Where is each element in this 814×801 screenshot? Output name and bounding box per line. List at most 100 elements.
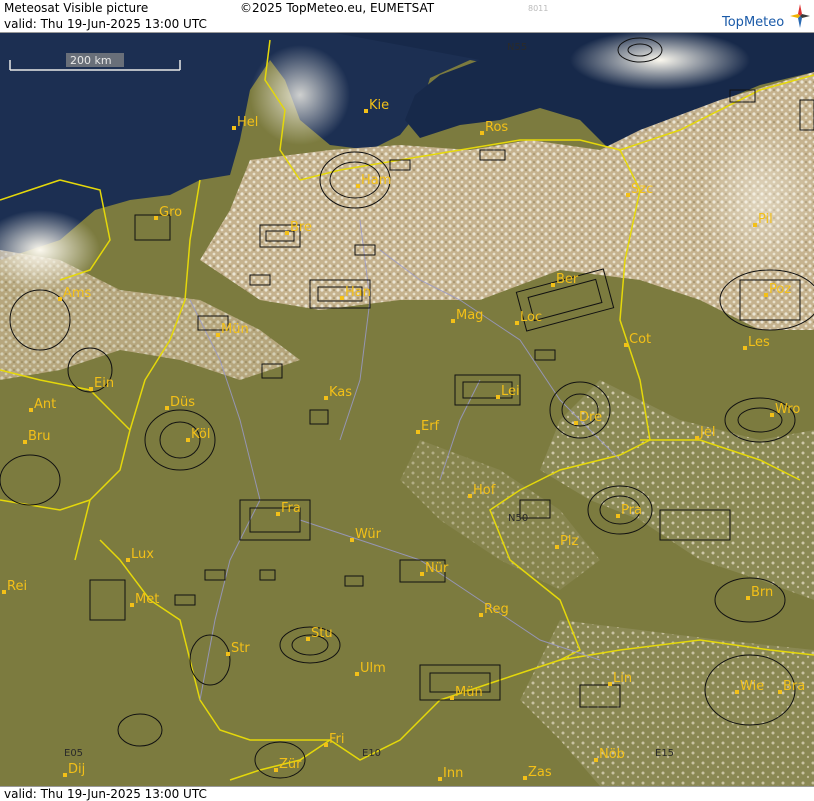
city-dot bbox=[89, 387, 93, 391]
city-dot bbox=[695, 436, 699, 440]
city-label: Les bbox=[748, 335, 770, 350]
city-label: Fra bbox=[281, 501, 301, 516]
city-label: Met bbox=[135, 592, 159, 607]
city-label: Str bbox=[231, 641, 250, 656]
city-label: Ber bbox=[556, 272, 579, 287]
city-label: Ros bbox=[485, 120, 508, 135]
city-label: Mün bbox=[455, 685, 483, 700]
city-label: Ham bbox=[361, 173, 391, 188]
city-label: Dij bbox=[68, 762, 85, 777]
city-label: Bre bbox=[290, 220, 312, 235]
bright-cloud-sweden bbox=[570, 32, 750, 90]
city-dot bbox=[276, 512, 280, 516]
city-label: Inn bbox=[443, 766, 463, 781]
city-label: Lei bbox=[501, 384, 520, 399]
city-dot bbox=[274, 768, 278, 772]
city-dot bbox=[324, 743, 328, 747]
city-label: Zas bbox=[528, 765, 552, 780]
city-dot bbox=[63, 773, 67, 777]
city-label: Ein bbox=[94, 376, 114, 391]
city-label: Erf bbox=[421, 419, 440, 434]
city-label: Lux bbox=[131, 547, 154, 562]
city-dot bbox=[551, 283, 555, 287]
footer-bar: valid: Thu 19-Jun-2025 13:00 UTC bbox=[0, 786, 814, 801]
city-label: Cot bbox=[629, 332, 651, 347]
city-dot bbox=[468, 494, 472, 498]
city-dot bbox=[324, 396, 328, 400]
topmeteo-logo: TopMeteo bbox=[722, 15, 785, 30]
city-dot bbox=[626, 193, 630, 197]
product-code: 8011 bbox=[528, 4, 549, 13]
city-dot bbox=[778, 690, 782, 694]
city-dot bbox=[130, 603, 134, 607]
city-dot bbox=[574, 421, 578, 425]
grid-label-e10: E10 bbox=[362, 748, 381, 759]
city-dot bbox=[735, 690, 739, 694]
city-dot bbox=[306, 637, 310, 641]
city-dot bbox=[350, 538, 354, 542]
city-dot bbox=[479, 613, 483, 617]
grid-label-e15: E15 bbox=[655, 748, 674, 759]
city-label: Loc bbox=[520, 310, 542, 325]
city-dot bbox=[515, 321, 519, 325]
city-label: Köl bbox=[191, 427, 210, 442]
city-label: Ams bbox=[63, 286, 92, 301]
city-label: Dre bbox=[579, 410, 602, 425]
city-dot bbox=[624, 343, 628, 347]
grid-label-n50: N50 bbox=[508, 513, 528, 524]
city-label: Mag bbox=[456, 308, 483, 323]
city-label: Ulm bbox=[360, 661, 386, 676]
city-dot bbox=[23, 440, 27, 444]
city-dot bbox=[356, 184, 360, 188]
city-dot bbox=[523, 776, 527, 780]
city-label: Brn bbox=[751, 585, 773, 600]
city-label: Wür bbox=[355, 527, 382, 542]
city-dot bbox=[216, 333, 220, 337]
city-label: Stu bbox=[311, 626, 333, 641]
city-label: Pil bbox=[758, 212, 773, 227]
city-dot bbox=[616, 514, 620, 518]
city-dot bbox=[480, 131, 484, 135]
city-label: Ant bbox=[34, 397, 56, 412]
satellite-map-view: Meteosat Visible picture ©2025 TopMeteo.… bbox=[0, 0, 814, 801]
city-dot bbox=[126, 558, 130, 562]
grid-label-e05: E05 bbox=[64, 748, 83, 759]
valid-time-top: valid: Thu 19-Jun-2025 13:00 UTC bbox=[4, 17, 207, 31]
city-dot bbox=[555, 545, 559, 549]
city-label: Zür bbox=[279, 757, 302, 772]
city-dot bbox=[420, 572, 424, 576]
grid-label-n55: N55 bbox=[507, 42, 527, 53]
city-dot bbox=[438, 777, 442, 781]
city-dot bbox=[743, 346, 747, 350]
scale-label: 200 km bbox=[70, 54, 112, 67]
city-label: Wie bbox=[740, 679, 764, 694]
city-label: Hel bbox=[237, 115, 258, 130]
city-dot bbox=[186, 438, 190, 442]
city-dot bbox=[594, 758, 598, 762]
city-dot bbox=[364, 109, 368, 113]
city-dot bbox=[165, 406, 169, 410]
header-bar: Meteosat Visible picture ©2025 TopMeteo.… bbox=[0, 0, 814, 33]
city-label: Mün bbox=[221, 322, 249, 337]
city-dot bbox=[29, 408, 33, 412]
city-label: Poz bbox=[769, 282, 791, 297]
city-label: Gro bbox=[159, 205, 182, 220]
compass-star-icon bbox=[790, 4, 810, 28]
city-label: Lin bbox=[613, 671, 632, 686]
city-label: Bra bbox=[783, 679, 805, 694]
product-title: Meteosat Visible picture bbox=[4, 1, 149, 15]
city-label: Kie bbox=[369, 98, 389, 113]
city-label: Pra bbox=[621, 503, 642, 518]
city-dot bbox=[154, 216, 158, 220]
city-label: Jel bbox=[699, 425, 715, 440]
city-dot bbox=[340, 296, 344, 300]
city-label: Düs bbox=[170, 395, 195, 410]
bright-cloud-jutland bbox=[250, 45, 350, 145]
city-dot bbox=[416, 430, 420, 434]
city-label: Reg bbox=[484, 602, 509, 617]
city-label: Hof bbox=[473, 483, 496, 498]
city-dot bbox=[226, 652, 230, 656]
city-dot bbox=[608, 682, 612, 686]
copyright-text: ©2025 TopMeteo.eu, EUMETSAT bbox=[240, 1, 435, 15]
city-dot bbox=[450, 696, 454, 700]
